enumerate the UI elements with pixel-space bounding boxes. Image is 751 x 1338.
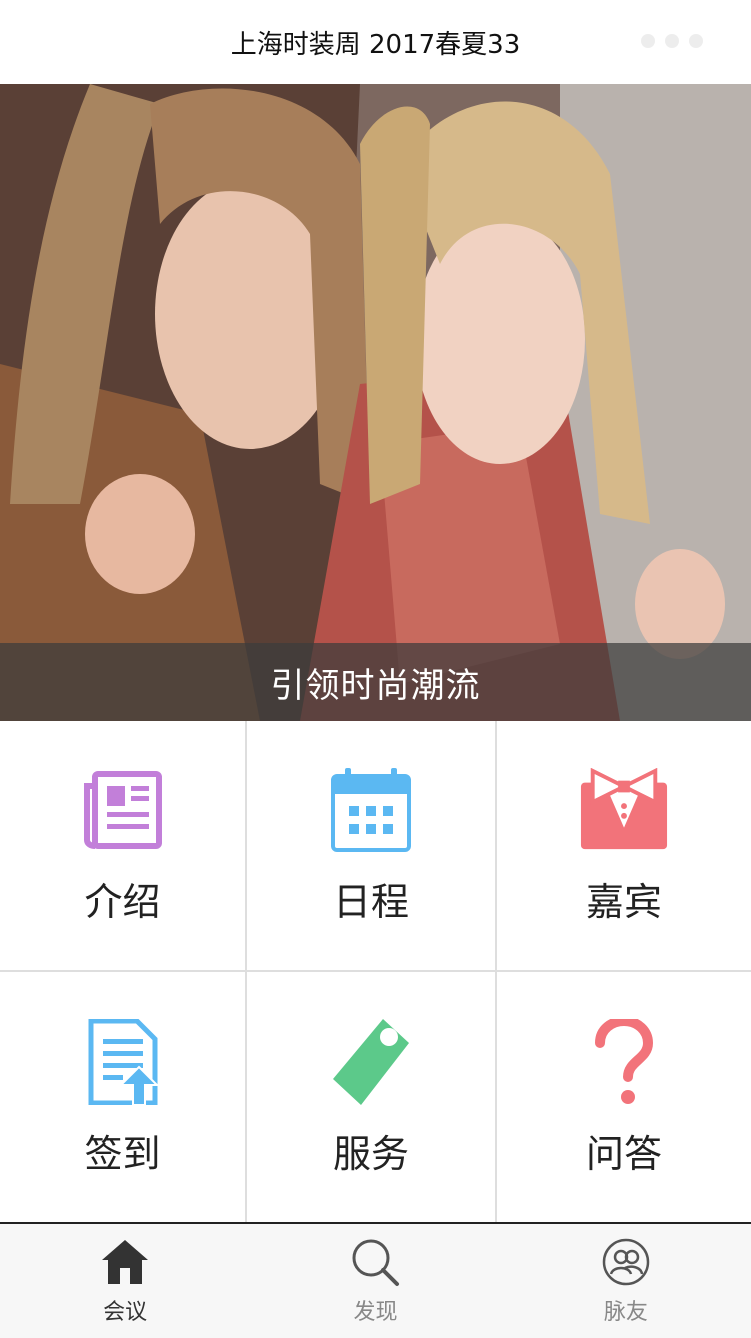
menu-item-label: 嘉宾 xyxy=(585,880,662,924)
tab-bar: 会议 发现 脉友 xyxy=(0,1222,751,1338)
tag-icon xyxy=(326,1017,416,1107)
tab-meeting[interactable]: 会议 xyxy=(0,1224,250,1338)
menu-item-service[interactable]: 服务 xyxy=(247,972,497,1223)
menu-item-label: 介绍 xyxy=(84,880,161,924)
search-icon xyxy=(349,1236,401,1288)
banner-image[interactable]: 引领时尚潮流 xyxy=(0,84,751,721)
tab-label: 会议 xyxy=(103,1300,148,1325)
contacts-icon xyxy=(600,1236,652,1288)
newspaper-icon xyxy=(78,765,168,855)
menu-item-guests[interactable]: 嘉宾 xyxy=(497,721,751,972)
dot xyxy=(641,34,655,48)
more-options-icon[interactable] xyxy=(641,34,703,48)
page-title: 上海时装周 2017春夏33 xyxy=(230,29,521,60)
question-icon xyxy=(579,1017,669,1107)
calendar-icon xyxy=(326,765,416,855)
tab-contacts[interactable]: 脉友 xyxy=(501,1224,751,1338)
menu-item-label: 服务 xyxy=(332,1132,409,1176)
menu-item-signin[interactable]: 签到 xyxy=(0,972,247,1223)
tab-discover[interactable]: 发现 xyxy=(250,1224,500,1338)
menu-item-qa[interactable]: 问答 xyxy=(497,972,751,1223)
banner-caption: 引领时尚潮流 xyxy=(0,643,751,721)
menu-item-label: 日程 xyxy=(332,880,409,924)
header: 上海时装周 2017春夏33 xyxy=(0,0,751,84)
banner-photo xyxy=(0,84,751,721)
tab-label: 脉友 xyxy=(603,1300,648,1325)
menu-item-label: 签到 xyxy=(84,1132,161,1176)
menu-grid: 介绍 日程 嘉宾 签到 服务 问答 xyxy=(0,721,751,1223)
signin-document-icon xyxy=(78,1017,168,1107)
bowtie-icon xyxy=(579,765,669,855)
menu-item-label: 问答 xyxy=(585,1132,662,1176)
home-icon xyxy=(99,1236,151,1288)
menu-item-intro[interactable]: 介绍 xyxy=(0,721,247,972)
menu-item-schedule[interactable]: 日程 xyxy=(247,721,497,972)
dot xyxy=(689,34,703,48)
dot xyxy=(665,34,679,48)
tab-label: 发现 xyxy=(353,1300,398,1325)
